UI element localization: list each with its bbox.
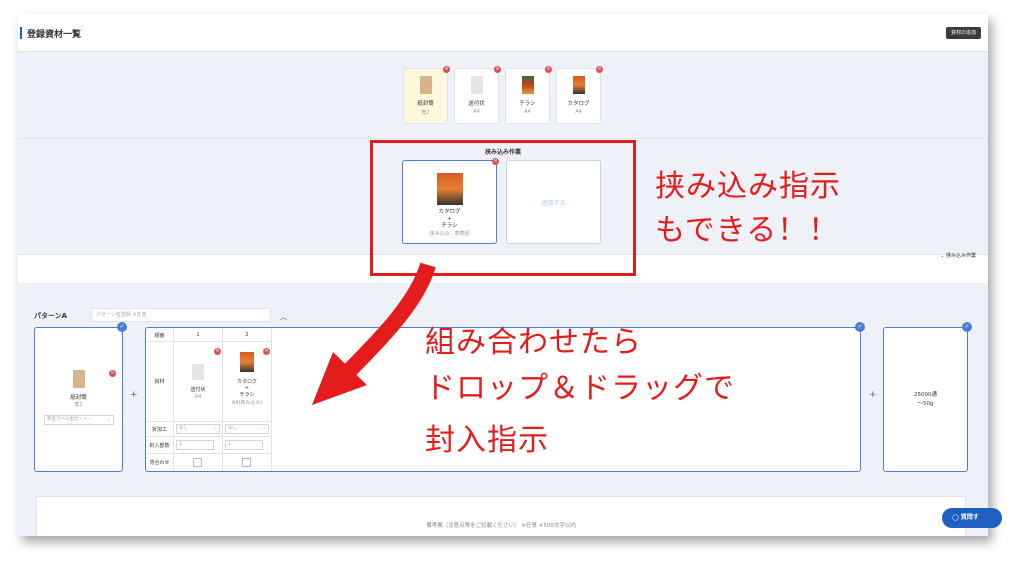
drag-arrow-icon bbox=[312, 262, 436, 405]
